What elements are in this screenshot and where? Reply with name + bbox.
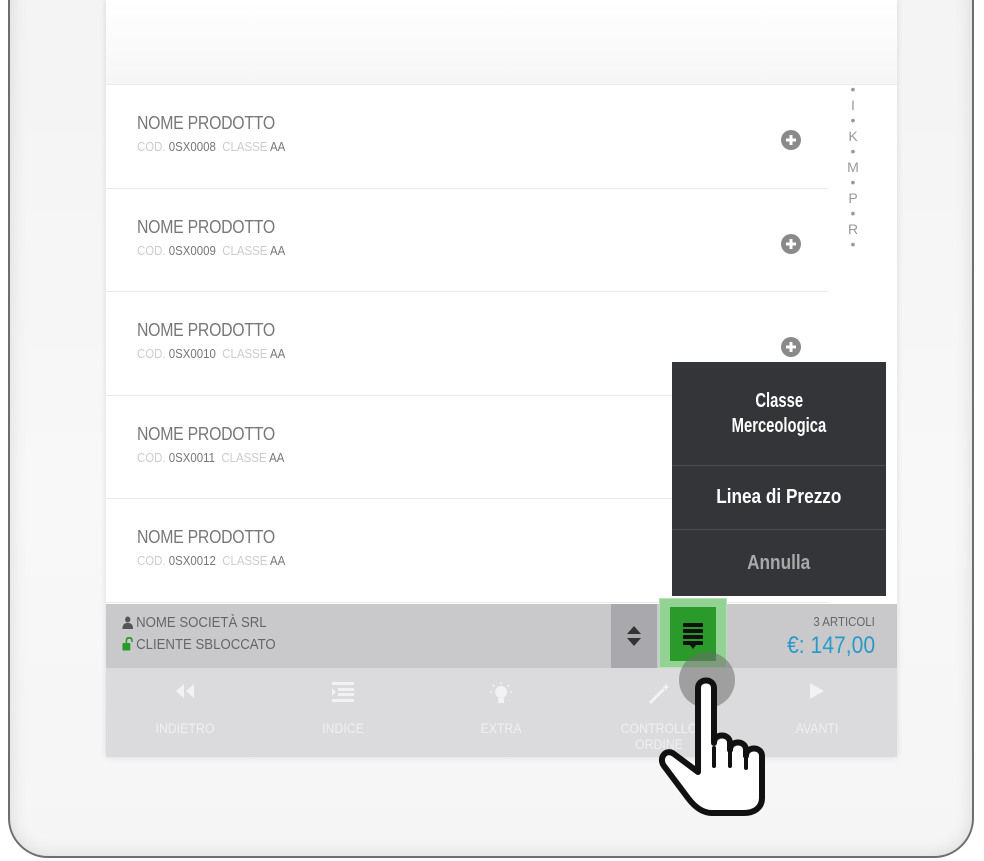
product-class: AA [269, 346, 286, 361]
cod-label: COD. [137, 449, 166, 465]
alpha-index-entry[interactable]: R [841, 221, 865, 238]
menu-item-annulla[interactable]: Annulla [672, 530, 886, 596]
alpha-index-entry[interactable]: I [841, 97, 865, 114]
product-meta: COD. 0SX0009 CLASSE AA [137, 243, 285, 258]
product-name: NOME PRODOTTO [137, 423, 275, 444]
play-icon [810, 683, 824, 699]
hand-pointer-icon [658, 652, 765, 816]
product-class: AA [269, 449, 285, 465]
user-icon [122, 616, 133, 629]
customer-status: CLIENTE SBLOCCATO [122, 636, 276, 653]
nav-index-button[interactable]: INDICE [264, 668, 422, 757]
plus-circle-icon[interactable] [781, 337, 801, 357]
product-name: NOME PRODOTTO [137, 320, 275, 340]
product-row[interactable]: NOME PRODOTTO COD. 0SX0009 CLASSE AA [106, 188, 828, 292]
class-label: CLASSE [222, 346, 268, 361]
product-code: 0SX0011 [168, 449, 216, 465]
class-label: CLASSE [221, 449, 267, 465]
items-count: 3 ARTICOLI [813, 614, 875, 629]
app-screen: NOME PRODOTTO COD. 0SX0008 CLASSE AA NOM… [106, 0, 897, 757]
alpha-index-entry[interactable]: P [841, 190, 865, 207]
product-name: NOME PRODOTTO [137, 527, 275, 547]
product-class: AA [269, 139, 286, 154]
plus-circle-icon[interactable] [781, 130, 801, 150]
alpha-index-entry[interactable]: • [841, 236, 865, 253]
index-icon [332, 682, 354, 702]
product-code: 0SX0009 [168, 242, 216, 258]
unlocked-padlock-icon [122, 636, 133, 651]
class-label: CLASSE [222, 139, 268, 154]
menu-item-classe-merceologica[interactable]: Classe Merceologica [672, 362, 886, 466]
class-label: CLASSE [222, 242, 268, 258]
product-meta: COD. 0SX0011 CLASSE AA [137, 450, 284, 465]
alpha-index-entry[interactable]: M [841, 159, 865, 176]
menu-item-label: Linea di Prezzo [716, 486, 842, 508]
product-class: AA [269, 242, 286, 258]
product-name: NOME PRODOTTO [137, 216, 275, 237]
product-code: 0SX0012 [168, 553, 216, 568]
product-meta: COD. 0SX0008 CLASSE AA [137, 139, 285, 154]
product-code: 0SX0010 [168, 346, 216, 361]
nav-index-label: INDICE [322, 720, 364, 736]
nav-extra-label: EXTRA [480, 720, 522, 736]
header-area [106, 0, 897, 85]
cod-label: COD. [137, 242, 166, 258]
product-code: 0SX0008 [168, 139, 216, 154]
menu-item-label: Merceologica [731, 414, 827, 437]
product-meta: COD. 0SX0010 CLASSE AA [137, 346, 285, 361]
product-meta: COD. 0SX0012 CLASSE AA [137, 553, 285, 568]
nav-back-label: INDIETRO [155, 720, 215, 736]
alpha-index-entry[interactable]: • [841, 205, 865, 222]
rewind-icon [176, 684, 194, 698]
alpha-index-entry[interactable]: • [841, 143, 865, 160]
class-label: CLASSE [222, 553, 268, 568]
customer-name[interactable]: NOME SOCIETÀ SRL [122, 614, 267, 631]
lightbulb-icon [490, 682, 512, 703]
alpha-index-entry[interactable]: K [841, 128, 865, 145]
alphabet-index[interactable]: • I • K • M • P • R • [841, 81, 865, 253]
alpha-index-entry[interactable]: • [841, 112, 865, 129]
menu-item-linea-di-prezzo[interactable]: Linea di Prezzo [672, 466, 886, 530]
product-name: NOME PRODOTTO [137, 113, 275, 133]
cod-label: COD. [137, 346, 166, 361]
menu-item-label: Annulla [747, 551, 811, 574]
alpha-index-entry[interactable]: • [841, 81, 865, 98]
plus-circle-icon[interactable] [781, 233, 801, 254]
sort-popup-menu: Classe Merceologica Linea di Prezzo Annul… [672, 362, 886, 596]
cod-label: COD. [137, 553, 166, 568]
menu-item-label: Classe [755, 389, 803, 412]
nav-extra-button[interactable]: EXTRA [422, 668, 580, 757]
cod-label: COD. [137, 139, 166, 154]
nav-back-button[interactable]: INDIETRO [106, 668, 264, 757]
product-row[interactable]: NOME PRODOTTO COD. 0SX0008 CLASSE AA [106, 85, 828, 189]
product-class: AA [269, 553, 286, 568]
alpha-index-entry[interactable]: • [841, 174, 865, 191]
